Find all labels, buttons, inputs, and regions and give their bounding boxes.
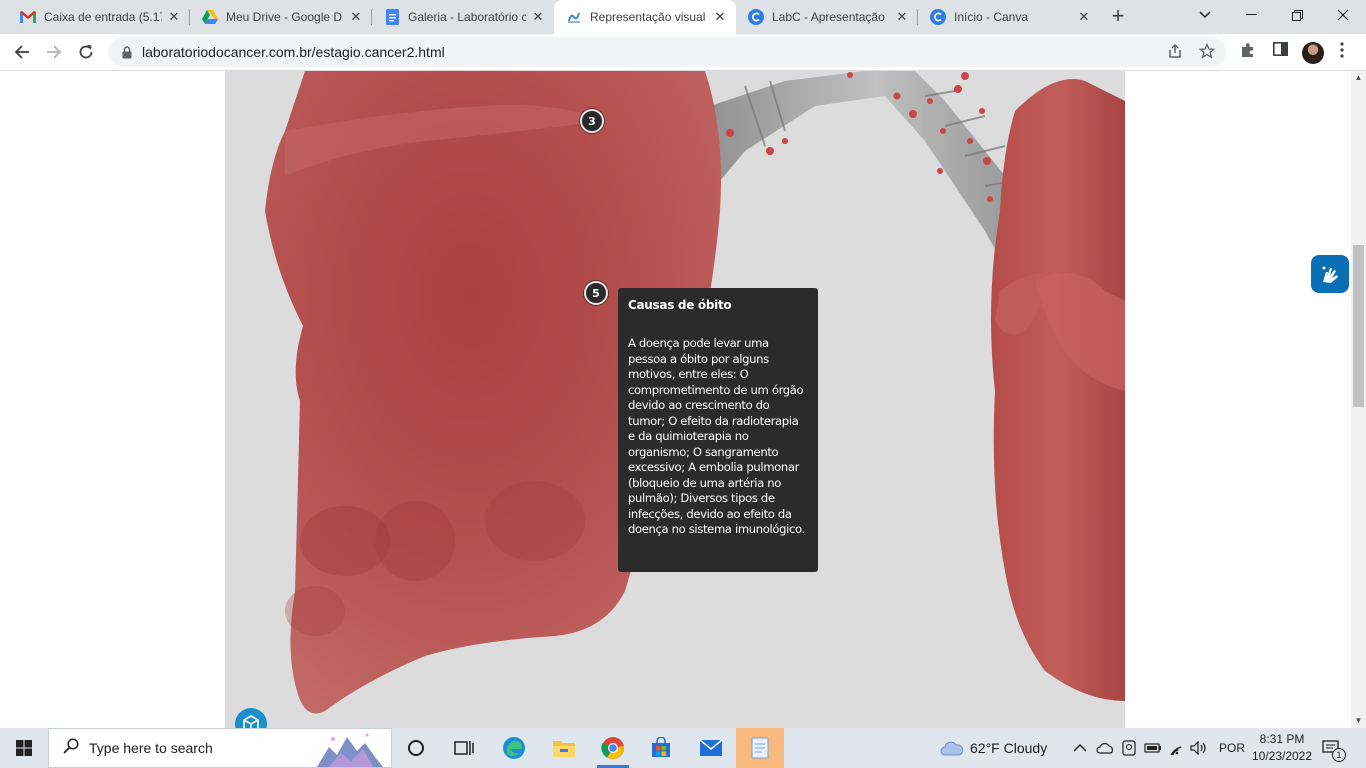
tab-search-button[interactable]: [1182, 0, 1228, 30]
clock-date: 10/23/2022: [1251, 749, 1313, 763]
windows-taskbar: Type here to search 62°F Cloudy POR 8:31…: [0, 728, 1366, 768]
gmail-icon: [20, 9, 36, 25]
scroll-up-arrow-icon[interactable]: ▲: [1351, 71, 1366, 85]
show-hidden-icons-chevron-icon[interactable]: [1073, 728, 1087, 768]
scroll-down-arrow-icon[interactable]: ▼: [1351, 714, 1366, 728]
forward-button[interactable]: [40, 38, 68, 66]
url-text: laboratoriodocancer.com.br/estagio.cance…: [142, 44, 445, 60]
windows-logo-icon: [16, 740, 32, 756]
close-tab-icon[interactable]: ✕: [1076, 9, 1092, 25]
system-clock[interactable]: 8:31 PM 10/23/2022: [1250, 731, 1314, 765]
extensions-puzzle-icon[interactable]: [1238, 42, 1258, 62]
meet-now-icon[interactable]: [1122, 728, 1136, 768]
tab-representacao-visual[interactable]: Representação visual c ✕: [554, 0, 736, 34]
address-bar[interactable]: laboratoriodocancer.com.br/estagio.cance…: [108, 37, 1226, 67]
input-language-indicator[interactable]: POR: [1219, 728, 1245, 768]
tab-title: Meu Drive - Google D: [226, 10, 343, 24]
task-view-icon[interactable]: [440, 728, 488, 768]
tab-gmail[interactable]: Caixa de entrada (5.17 ✕: [8, 0, 190, 34]
close-tab-icon[interactable]: ✕: [894, 9, 910, 25]
close-tab-icon[interactable]: ✕: [166, 9, 182, 25]
search-icon: [63, 737, 79, 759]
close-window-button[interactable]: [1320, 0, 1366, 30]
edge-browser-icon[interactable]: [490, 728, 538, 768]
google-drive-icon: [202, 9, 218, 25]
page-scrollbar[interactable]: ▲ ▼: [1351, 71, 1366, 728]
new-tab-button[interactable]: +: [1106, 5, 1130, 29]
3d-lung-viewer[interactable]: 3 5 Causas de óbito A doença pode levar …: [225, 71, 1125, 728]
side-panel-icon[interactable]: [1270, 42, 1290, 62]
back-button[interactable]: [8, 38, 36, 66]
annotation-title: Causas de óbito: [628, 298, 732, 312]
volume-icon[interactable]: [1190, 728, 1208, 768]
file-explorer-icon[interactable]: [540, 728, 588, 768]
share-icon[interactable]: [1166, 43, 1184, 61]
cloud-icon: [940, 741, 964, 756]
tab-labc-apresentacao[interactable]: LabC - Apresentação ✕: [736, 0, 918, 34]
canva-icon: [930, 9, 946, 25]
hotspot-3[interactable]: 3: [580, 109, 604, 133]
chrome-menu-icon[interactable]: [1332, 42, 1352, 62]
close-tab-icon[interactable]: ✕: [530, 9, 546, 25]
notification-center-button[interactable]: 1: [1322, 728, 1346, 768]
cortana-icon[interactable]: [392, 728, 440, 768]
tab-inicio-canva[interactable]: Início - Canva ✕: [918, 0, 1100, 34]
chrome-taskbar-icon[interactable]: [589, 728, 637, 768]
tab-title: Caixa de entrada (5.17: [44, 10, 162, 24]
hotspot-5[interactable]: 5: [584, 281, 608, 305]
weather-text: 62°F Cloudy: [970, 740, 1048, 756]
minimize-button[interactable]: [1228, 0, 1274, 30]
labc-site-icon: [566, 9, 582, 25]
lock-icon[interactable]: [120, 45, 134, 59]
restore-button[interactable]: [1274, 0, 1320, 30]
tab-title: Representação visual c: [590, 10, 708, 24]
mail-icon[interactable]: [687, 728, 735, 768]
microsoft-store-icon[interactable]: [637, 728, 685, 768]
browser-toolbar: laboratoriodocancer.com.br/estagio.cance…: [0, 34, 1366, 71]
annotation-panel: Causas de óbito A doença pode levar uma …: [618, 288, 818, 572]
onedrive-icon[interactable]: [1096, 728, 1114, 768]
profile-avatar[interactable]: [1302, 42, 1324, 64]
notepad-icon[interactable]: [736, 728, 784, 768]
clock-time: 8:31 PM: [1259, 732, 1305, 746]
notification-count-badge: 1: [1332, 748, 1346, 762]
weather-widget[interactable]: 62°F Cloudy: [940, 728, 1047, 768]
canva-icon: [748, 9, 764, 25]
start-button[interactable]: [0, 728, 48, 768]
close-tab-icon[interactable]: ✕: [712, 9, 728, 25]
taskbar-search-box[interactable]: Type here to search: [48, 728, 392, 768]
reload-button[interactable]: [72, 38, 100, 66]
tab-drive[interactable]: Meu Drive - Google D ✕: [190, 0, 372, 34]
search-highlight-illustration: [317, 733, 383, 767]
wifi-icon[interactable]: [1168, 728, 1186, 768]
tab-title: Galeria - Laboratório c: [408, 10, 526, 24]
close-tab-icon[interactable]: ✕: [348, 9, 364, 25]
vlibras-accessibility-button[interactable]: [1311, 255, 1349, 293]
battery-icon[interactable]: [1144, 728, 1162, 768]
search-placeholder: Type here to search: [89, 740, 213, 756]
google-docs-icon: [384, 9, 400, 25]
sign-language-hands-icon: [1322, 266, 1338, 283]
scrollbar-thumb[interactable]: [1353, 245, 1364, 407]
tab-docs[interactable]: Galeria - Laboratório c ✕: [372, 0, 554, 34]
annotation-body: A doença pode levar uma pessoa a óbito p…: [628, 336, 805, 536]
bookmark-star-icon[interactable]: [1198, 42, 1216, 61]
tab-title: LabC - Apresentação: [772, 10, 885, 24]
page-content: 3 5 Causas de óbito A doença pode levar …: [0, 71, 1366, 728]
tab-strip: Caixa de entrada (5.17 ✕ Meu Drive - Goo…: [0, 0, 1366, 34]
tab-title: Início - Canva: [954, 10, 1029, 24]
